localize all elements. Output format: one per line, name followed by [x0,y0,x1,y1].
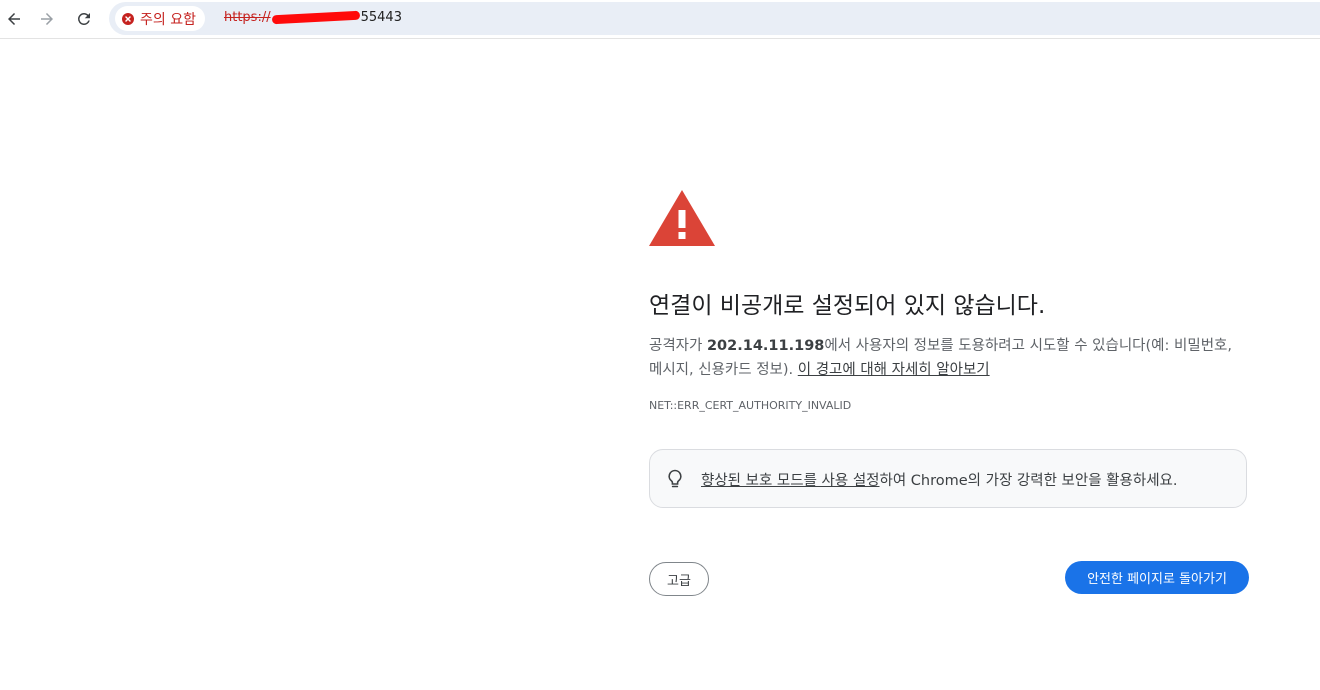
promo-rest: 하여 Chrome의 가장 강력한 보안을 활용하세요. [879,473,1178,489]
page-title: 연결이 비공개로 설정되어 있지 않습니다. [649,293,1046,319]
enhanced-protection-link[interactable]: 향상된 보호 모드를 사용 설정 [701,473,880,489]
address-bar[interactable]: 주의 요함 https:// 55443 [109,2,1320,35]
forward-nav-button[interactable] [33,5,61,33]
explanation-text: 공격자가 202.14.11.198에서 사용자의 정보를 도용하려고 시도할 … [649,334,1249,382]
browser-toolbar: 주의 요함 https:// 55443 [0,0,1320,39]
warning-triangle-icon [649,190,715,246]
promo-text: 향상된 보호 모드를 사용 설정하여 Chrome의 가장 강력한 보안을 활용… [701,469,1177,490]
target-host: 202.14.11.198 [706,338,825,354]
url-scheme: https:// [224,10,271,25]
explanation-before: 공격자가 [649,338,707,354]
reload-icon [78,13,90,25]
url-host: 55443 [360,10,402,25]
lightbulb-icon [668,469,682,488]
back-nav-button[interactable] [0,5,28,33]
learn-more-link[interactable]: 이 경고에 대해 자세히 알아보기 [798,362,990,378]
arrow-right-icon [41,13,53,25]
advanced-button[interactable]: 고급 [649,562,709,596]
url-text[interactable]: https:// 55443 [224,10,402,25]
arrow-left-icon [8,13,20,25]
enhanced-protection-promo: 향상된 보호 모드를 사용 설정하여 Chrome의 가장 강력한 보안을 활용… [649,449,1247,508]
security-chip-label: 주의 요함 [140,11,196,28]
error-circle-icon [122,12,134,25]
redaction-mark [271,10,360,25]
error-code: NET::ERR_CERT_AUTHORITY_INVALID [649,399,852,412]
back-to-safety-button[interactable]: 안전한 페이지로 돌아가기 [1065,561,1249,594]
security-chip[interactable]: 주의 요함 [115,6,205,31]
reload-button[interactable] [70,5,98,33]
